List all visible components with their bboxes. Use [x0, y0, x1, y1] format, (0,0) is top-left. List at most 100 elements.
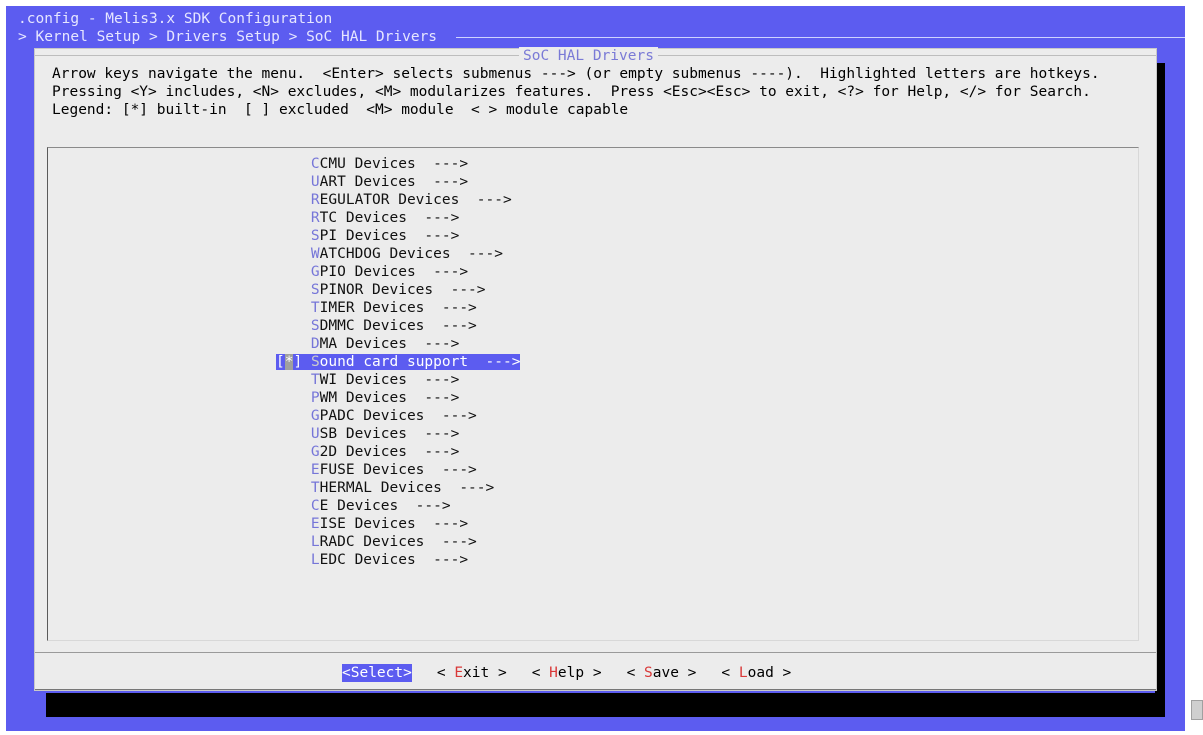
menu-item-twi[interactable]: TWI Devices --->: [276, 371, 520, 389]
menu-item-ccmu[interactable]: CCMU Devices --->: [276, 155, 520, 173]
hotkey-letter: T: [310, 300, 320, 316]
menu-item-pwm[interactable]: PWM Devices --->: [276, 389, 520, 407]
breadcrumb: > Kernel Setup > Drivers Setup > SoC HAL…: [18, 29, 438, 45]
hotkey-letter: H: [549, 665, 558, 681]
menu-item-label: TC Devices --->: [319, 210, 460, 226]
menu-item-label: PI Devices --->: [319, 228, 460, 244]
checkbox-bracket: [: [276, 354, 285, 370]
menu-item-watchdog[interactable]: WATCHDOG Devices --->: [276, 245, 520, 263]
hotkey-letter: G: [310, 264, 320, 280]
hotkey-letter: E: [310, 516, 320, 532]
hotkey-letter: S: [310, 318, 320, 334]
menu-item-eise[interactable]: EISE Devices --->: [276, 515, 520, 533]
menu-item-label: ound card support --->: [319, 354, 521, 370]
menu-item-gpio[interactable]: GPIO Devices --->: [276, 263, 520, 281]
menu-item-label: PINOR Devices --->: [319, 282, 486, 298]
button-bracket: <: [436, 665, 455, 681]
help-text: Arrow keys navigate the menu. <Enter> se…: [52, 65, 1100, 119]
selection-highlight: [*] Sound card support --->: [276, 354, 521, 370]
hotkey-letter: G: [310, 408, 320, 424]
button-bar: <Select> < Exit > < Help > < Save > < Load >: [342, 664, 816, 682]
menu-item-spi[interactable]: SPI Devices --->: [276, 227, 520, 245]
config-title: .config - Melis3.x SDK Configuration: [18, 11, 333, 27]
window-scrollbar[interactable]: [1191, 700, 1203, 720]
hotkey-letter: S: [310, 354, 320, 370]
hotkey-letter: L: [310, 552, 320, 568]
menu-item-label: 2D Devices --->: [319, 444, 460, 460]
menu-item-lradc[interactable]: LRADC Devices --->: [276, 533, 520, 551]
hotkey-letter: G: [310, 444, 320, 460]
menu-list-box: CCMU Devices ---> UART Devices ---> REGU…: [47, 147, 1139, 641]
hotkey-letter: L: [738, 665, 748, 681]
menu-item-ledc[interactable]: LEDC Devices --->: [276, 551, 520, 569]
menu-item-efuse[interactable]: EFUSE Devices --->: [276, 461, 520, 479]
menu-item-uart[interactable]: UART Devices --->: [276, 173, 520, 191]
menu-item-label: DMMC Devices --->: [319, 318, 477, 334]
menu-item-label: ATCHDOG Devices --->: [319, 246, 503, 262]
menu-item-label: EDC Devices --->: [319, 552, 469, 568]
hotkey-letter: T: [310, 480, 320, 496]
button-label: xit >: [463, 665, 507, 681]
menuconfig-dialog: SoC HAL Drivers Arrow keys navigate the …: [34, 47, 1157, 691]
menu-item-thermal[interactable]: THERMAL Devices --->: [276, 479, 520, 497]
hotkey-letter: W: [310, 246, 320, 262]
hotkey-letter: S: [644, 665, 653, 681]
terminal-screen: .config - Melis3.x SDK Configuration > K…: [6, 6, 1185, 731]
hotkey-letter: R: [310, 192, 320, 208]
button-bracket: <: [531, 665, 550, 681]
select-button[interactable]: <Select>: [342, 664, 412, 682]
menu-item-g2d[interactable]: G2D Devices --->: [276, 443, 520, 461]
dialog-title: SoC HAL Drivers: [519, 47, 658, 65]
load-button[interactable]: < Load >: [721, 664, 791, 682]
menu-item-dma[interactable]: DMA Devices --->: [276, 335, 520, 353]
menu-item-label: FUSE Devices --->: [319, 462, 477, 478]
menu-item-timer[interactable]: TIMER Devices --->: [276, 299, 520, 317]
menu-item-label: IMER Devices --->: [319, 300, 477, 316]
menu-item-gpadc[interactable]: GPADC Devices --->: [276, 407, 520, 425]
menu-item-sound-card-support[interactable]: [*] Sound card support --->: [276, 353, 521, 371]
legend-line: Legend: [*] built-in [ ] excluded <M> mo…: [52, 102, 629, 118]
button-label: ave >: [652, 665, 697, 681]
hotkey-letter: C: [310, 498, 320, 514]
hotkey-letter: U: [310, 174, 320, 190]
hotkey-letter: S: [310, 282, 320, 298]
header-rule: [456, 37, 1185, 38]
menu-item-regulator[interactable]: REGULATOR Devices --->: [276, 191, 520, 209]
button-separator: [35, 652, 1156, 653]
menu-item-label: WM Devices --->: [319, 390, 460, 406]
hotkey-letter: E: [454, 665, 464, 681]
menu-item-label: PIO Devices --->: [319, 264, 469, 280]
hotkey-letter: R: [310, 210, 320, 226]
checkbox-bracket: ]: [293, 354, 311, 370]
menu-item-usb[interactable]: USB Devices --->: [276, 425, 520, 443]
hotkey-letter: L: [310, 534, 320, 550]
button-label: oad >: [747, 665, 792, 681]
exit-button[interactable]: < Exit >: [437, 664, 507, 682]
menu-item-label: ISE Devices --->: [319, 516, 469, 532]
menu-item-label: RADC Devices --->: [319, 534, 477, 550]
menu-item-ce[interactable]: CE Devices --->: [276, 497, 520, 515]
menu-item-label: MA Devices --->: [319, 336, 460, 352]
button-bracket: <: [721, 665, 739, 681]
hotkey-letter: S: [310, 228, 320, 244]
dialog-bottom-rule: [35, 689, 1156, 690]
hotkey-letter: D: [310, 336, 320, 352]
hotkey-letter: T: [310, 372, 320, 388]
help-button[interactable]: < Help >: [532, 664, 602, 682]
menu-item-label: CMU Devices --->: [319, 156, 469, 172]
menu-items: CCMU Devices ---> UART Devices ---> REGU…: [276, 155, 521, 569]
menu-item-label: WI Devices --->: [319, 372, 460, 388]
menu-item-label: E Devices --->: [319, 498, 451, 514]
hotkey-letter: E: [310, 462, 320, 478]
button-bracket: <: [626, 665, 645, 681]
menu-item-label: PADC Devices --->: [319, 408, 477, 424]
hotkey-letter: P: [310, 390, 320, 406]
hotkey-letter: C: [310, 156, 320, 172]
help-line: Arrow keys navigate the menu. <Enter> se…: [52, 66, 1100, 82]
menu-item-sdmmc[interactable]: SDMMC Devices --->: [276, 317, 520, 335]
menu-item-label: SB Devices --->: [319, 426, 460, 442]
menu-item-spinor[interactable]: SPINOR Devices --->: [276, 281, 520, 299]
menu-item-rtc[interactable]: RTC Devices --->: [276, 209, 520, 227]
save-button[interactable]: < Save >: [627, 664, 697, 682]
button-label: elp >: [557, 665, 602, 681]
